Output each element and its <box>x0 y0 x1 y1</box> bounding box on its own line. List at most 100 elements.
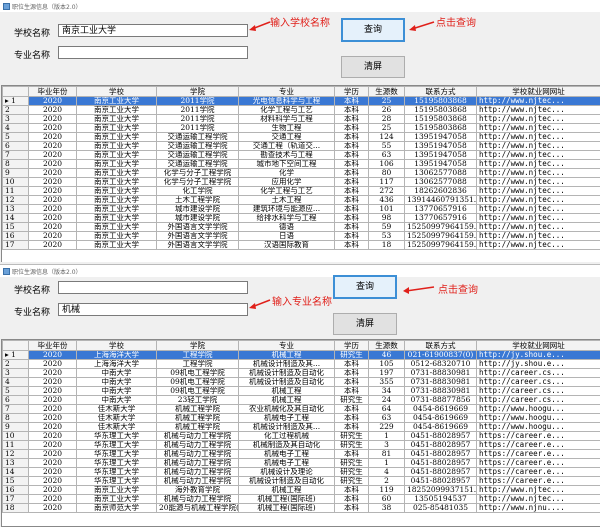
table-cell[interactable]: 工程学院 <box>157 351 239 360</box>
table-cell[interactable]: 南京工业大学 <box>77 124 157 133</box>
table-cell[interactable]: 机械工程 <box>239 486 335 495</box>
table-cell[interactable]: http://www.njtec... <box>477 97 600 106</box>
table-cell[interactable]: 2020 <box>29 214 77 223</box>
table-cell[interactable]: https://career.e... <box>477 432 600 441</box>
row-number[interactable]: 17 <box>3 495 29 504</box>
row-number[interactable]: 7 <box>3 151 29 160</box>
table-cell[interactable]: 建筑环境与能源应... <box>239 205 335 214</box>
table-cell[interactable]: 工程学院 <box>157 360 239 369</box>
table-cell[interactable]: 本科 <box>335 178 369 187</box>
table-cell[interactable]: 本科 <box>335 169 369 178</box>
table-cell[interactable]: http://www.njtec... <box>477 495 600 504</box>
table-cell[interactable]: 佳木斯大学 <box>77 423 157 432</box>
table-row[interactable]: ▸ 12020南京工业大学2011学院光电信息科学与工程本科2515195803… <box>3 97 600 106</box>
table-cell[interactable]: 本科 <box>335 504 369 513</box>
table-cell[interactable]: http://www.njtec... <box>477 142 600 151</box>
table-cell[interactable]: 外国语言文学学院 <box>157 223 239 232</box>
table-cell[interactable]: http://www.njtec... <box>477 232 600 241</box>
table-cell[interactable]: 20能源与机械工程学院(... <box>157 504 239 513</box>
row-number[interactable]: 8 <box>3 160 29 169</box>
table-cell[interactable]: 0731-88877856 <box>405 396 477 405</box>
table-cell[interactable]: 华东理工大学 <box>77 450 157 459</box>
table-cell[interactable]: 本科 <box>335 97 369 106</box>
table-cell[interactable]: 2020 <box>29 378 77 387</box>
table-cell[interactable]: 2020 <box>29 432 77 441</box>
table-cell[interactable]: 2020 <box>29 124 77 133</box>
table-cell[interactable]: 南京工业大学 <box>77 187 157 196</box>
table-cell[interactable]: 南京师范大学 <box>77 504 157 513</box>
table-cell[interactable]: 化学与分子工程学院 <box>157 169 239 178</box>
table-cell[interactable]: 南京工业大学 <box>77 232 157 241</box>
table-cell[interactable]: 本科 <box>335 414 369 423</box>
table-cell[interactable]: 15195803868 <box>405 106 477 115</box>
table-cell[interactable]: 南京工业大学 <box>77 115 157 124</box>
table-cell[interactable]: https://career.e... <box>477 477 600 486</box>
table-cell[interactable]: http://career.cs... <box>477 369 600 378</box>
table-cell[interactable]: 给排水科学与工程 <box>239 214 335 223</box>
table-cell[interactable]: 机械工程 <box>239 351 335 360</box>
table-cell[interactable]: 2020 <box>29 196 77 205</box>
row-number[interactable]: 15 <box>3 477 29 486</box>
table-cell[interactable]: 0451-88028957 <box>405 432 477 441</box>
table-cell[interactable]: http://www.njtec... <box>477 151 600 160</box>
table-cell[interactable]: 15250997964159... <box>405 223 477 232</box>
table-cell[interactable]: 本科 <box>335 214 369 223</box>
table-cell[interactable]: 124 <box>369 133 405 142</box>
row-number[interactable]: ▸ 1 <box>3 351 29 360</box>
row-number[interactable]: 8 <box>3 414 29 423</box>
table-cell[interactable]: 80 <box>369 169 405 178</box>
table-cell[interactable]: 机械设计制造及其... <box>239 423 335 432</box>
table-cell[interactable]: 交通运输工程学院 <box>157 133 239 142</box>
table-cell[interactable]: 本科 <box>335 205 369 214</box>
table-cell[interactable]: 上海海洋大学 <box>77 360 157 369</box>
table-row[interactable]: 112020华东理工大学机械与动力工程学院机械制造及其自动化研究生30451-8… <box>3 441 600 450</box>
table-cell[interactable]: 中南大学 <box>77 378 157 387</box>
table-cell[interactable]: 2020 <box>29 151 77 160</box>
table-cell[interactable]: 1 <box>369 459 405 468</box>
table-cell[interactable]: 南京工业大学 <box>77 214 157 223</box>
table-cell[interactable]: 021-61900837(0) <box>405 351 477 360</box>
table-cell[interactable]: 15195803868 <box>405 124 477 133</box>
table-cell[interactable]: 研究生 <box>335 441 369 450</box>
table-row[interactable]: ▸ 12020上海海洋大学工程学院机械工程研究生46021-61900837(0… <box>3 351 600 360</box>
table-cell[interactable]: 09机电工程学院 <box>157 387 239 396</box>
table-cell[interactable]: 机械设计制造及其... <box>239 360 335 369</box>
table-cell[interactable]: 交通工程（轨道交... <box>239 142 335 151</box>
column-header[interactable]: 毕业年份 <box>29 341 77 351</box>
table-cell[interactable]: 2020 <box>29 459 77 468</box>
table-row[interactable]: 102020南京工业大学化学与分子工程学院应用化学本科1171306257708… <box>3 178 600 187</box>
table-cell[interactable]: 机械与动力工程学院 <box>157 459 239 468</box>
table-cell[interactable]: 13770657916 <box>405 214 477 223</box>
table-cell[interactable]: http://jy.shou.e... <box>477 360 600 369</box>
table-cell[interactable]: 46 <box>369 351 405 360</box>
table-cell[interactable]: 汉语国际教育 <box>239 241 335 250</box>
table-row[interactable]: 122020华东理工大学机械与动力工程学院机械电子工程本科810451-8802… <box>3 450 600 459</box>
table-cell[interactable]: 佳木斯大学 <box>77 405 157 414</box>
table-cell[interactable]: 2020 <box>29 441 77 450</box>
row-number[interactable]: 16 <box>3 232 29 241</box>
table-cell[interactable]: 18262602836 <box>405 187 477 196</box>
table-cell[interactable]: 2011学院 <box>157 97 239 106</box>
row-number[interactable]: 9 <box>3 423 29 432</box>
row-number[interactable]: 14 <box>3 468 29 477</box>
table-cell[interactable]: 本科 <box>335 450 369 459</box>
table-cell[interactable]: 南京工业大学 <box>77 97 157 106</box>
table-cell[interactable]: 0512-68320710 <box>405 360 477 369</box>
table-cell[interactable]: 0451-88028957 <box>405 477 477 486</box>
table-row[interactable]: 52020南京工业大学交通运输工程学院交通工程本科12413951947058h… <box>3 133 600 142</box>
table-cell[interactable]: 机械设计制造及自动化 <box>239 477 335 486</box>
table-cell[interactable]: 1 <box>369 432 405 441</box>
table-cell[interactable]: 化学与分子工程学院 <box>157 178 239 187</box>
table-row[interactable]: 152020南京工业大学外国语言文学学院德语本科5915250997964159… <box>3 223 600 232</box>
school-name-input[interactable]: 南京工业大学 <box>58 24 248 37</box>
table-cell[interactable]: 106 <box>369 160 405 169</box>
table-cell[interactable]: 4 <box>369 468 405 477</box>
table-cell[interactable]: 15250997964159... <box>405 232 477 241</box>
table-cell[interactable]: 119 <box>369 486 405 495</box>
row-number[interactable]: 5 <box>3 387 29 396</box>
table-cell[interactable]: 机械工程 <box>239 387 335 396</box>
table-cell[interactable]: 09机电工程学院 <box>157 369 239 378</box>
table-row[interactable]: 132020华东理工大学机械与动力工程学院机械电子工程研究生10451-8802… <box>3 459 600 468</box>
table-cell[interactable]: 机械工程(国际班) <box>239 504 335 513</box>
table-cell[interactable]: 2020 <box>29 369 77 378</box>
